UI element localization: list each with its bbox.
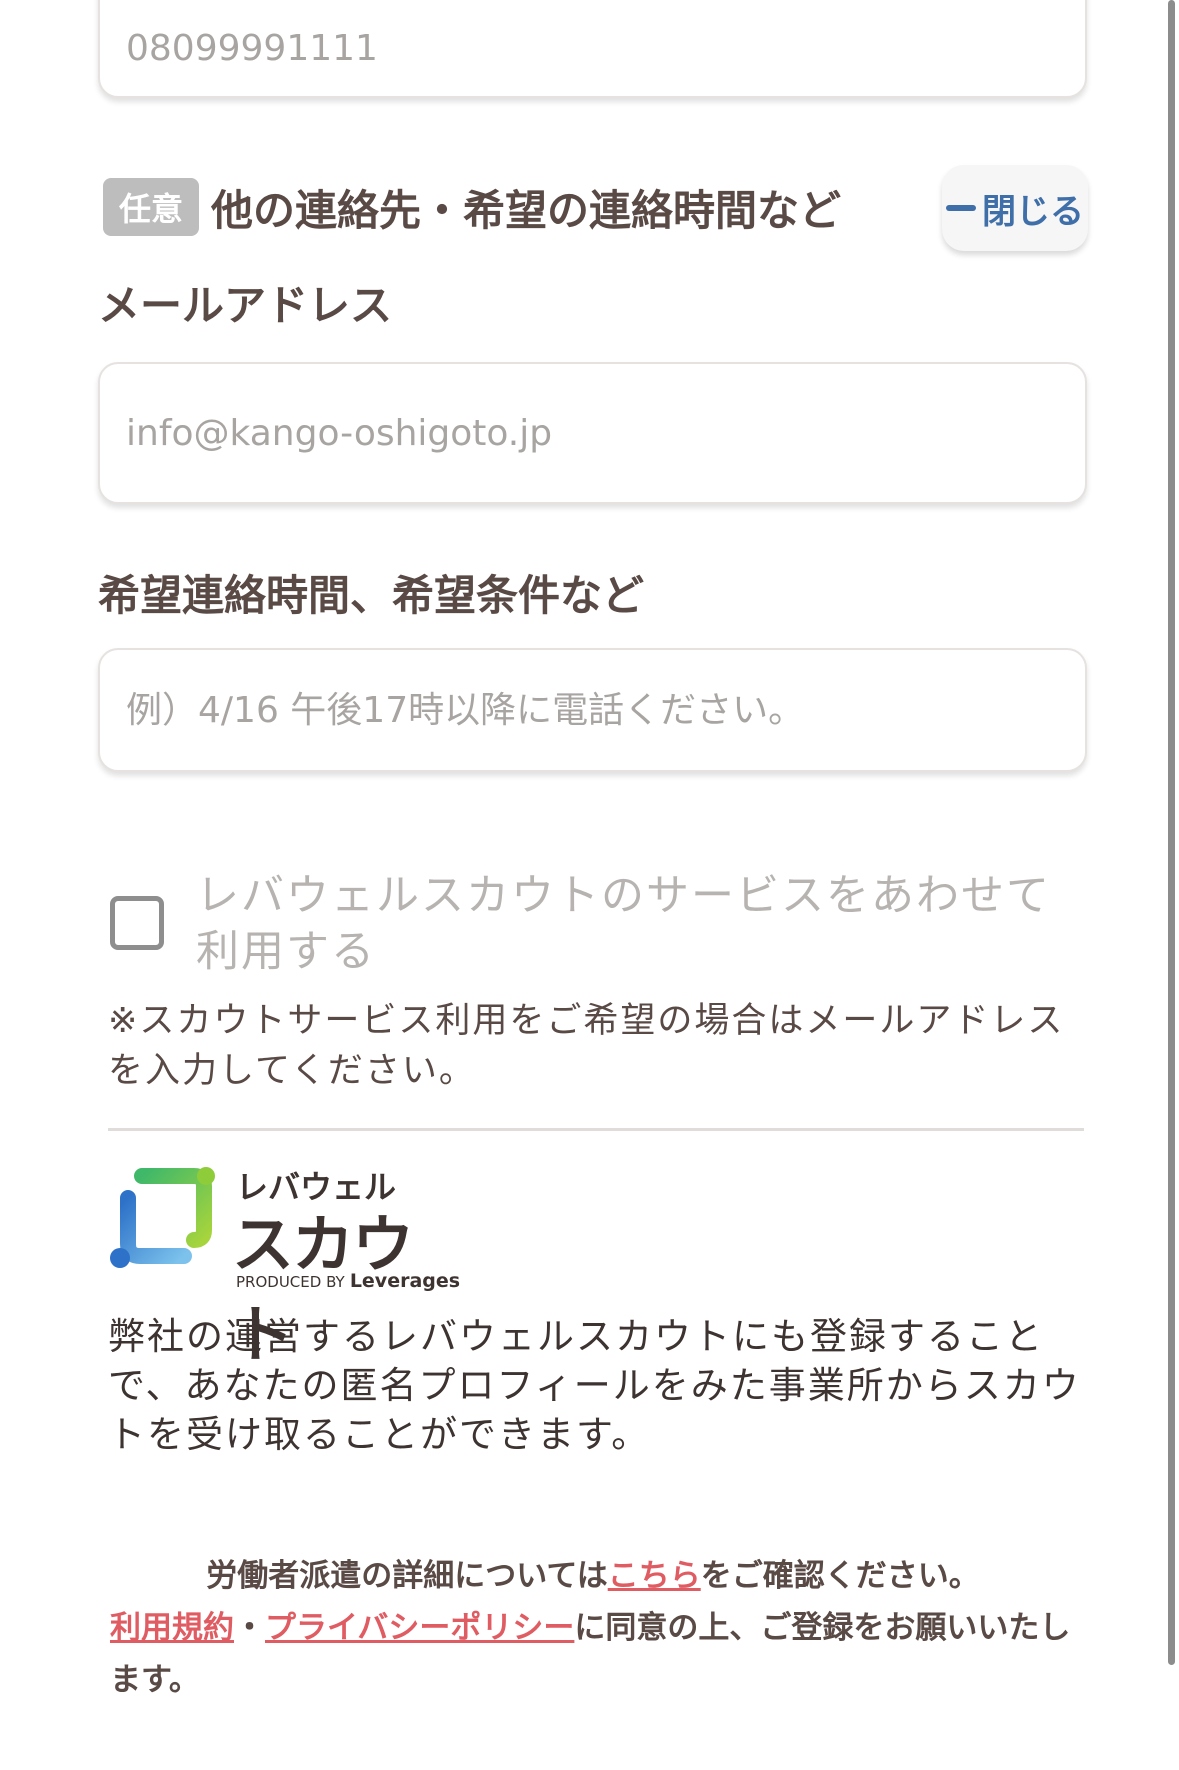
dispatch-details-link[interactable]: こちら <box>608 1558 701 1594</box>
section-title: 他の連絡先・希望の連絡時間など <box>211 186 842 235</box>
scout-checkbox[interactable] <box>110 896 164 950</box>
scout-note: ※スカウトサービス利用をご希望の場合はメールアドレスを入力してください。 <box>108 1001 1065 1091</box>
email-field[interactable] <box>98 362 1087 504</box>
contact-time-label: 希望連絡時間、希望条件など <box>98 571 645 620</box>
email-input[interactable] <box>100 364 1085 502</box>
footer-notice: 労働者派遣の詳細についてはこちらをご確認ください。 利用規約・プライバシーポリシ… <box>98 1550 1088 1706</box>
leverages-scout-logo: レバウェル スカウト PRODUCED BY Leverages <box>108 1162 468 1371</box>
privacy-policy-link[interactable]: プライバシーポリシー <box>265 1610 574 1646</box>
terms-link[interactable]: 利用規約 <box>110 1610 234 1646</box>
scout-logo-icon <box>110 1167 215 1268</box>
close-button[interactable]: 閉じる <box>942 165 1088 251</box>
scout-description: 弊社の運営するレバウェルスカウトにも登録することで、あなたの匿名プロフィールをみ… <box>108 1315 1081 1456</box>
contact-time-field[interactable] <box>98 648 1087 772</box>
close-label: 閉じる <box>982 191 1084 232</box>
footer-line1-pre: 労働者派遣の詳細については <box>206 1558 608 1594</box>
optional-badge: 任意 <box>103 178 199 236</box>
logo-produced-text: PRODUCED BY <box>236 1273 345 1291</box>
email-label: メールアドレス <box>98 281 393 330</box>
contact-time-input[interactable] <box>100 650 1085 770</box>
scrollbar[interactable] <box>1168 0 1175 1665</box>
footer-separator: ・ <box>234 1610 265 1646</box>
footer-line1-post: をご確認ください。 <box>700 1558 980 1594</box>
logo-brand-text: Leverages <box>349 1270 461 1292</box>
minus-icon <box>946 205 976 211</box>
divider <box>108 1128 1084 1131</box>
phone-input[interactable] <box>100 0 1085 96</box>
phone-field[interactable] <box>98 0 1087 98</box>
scout-checkbox-label[interactable]: レバウェルスカウトのサービスをあわせて利用する <box>196 868 1076 980</box>
